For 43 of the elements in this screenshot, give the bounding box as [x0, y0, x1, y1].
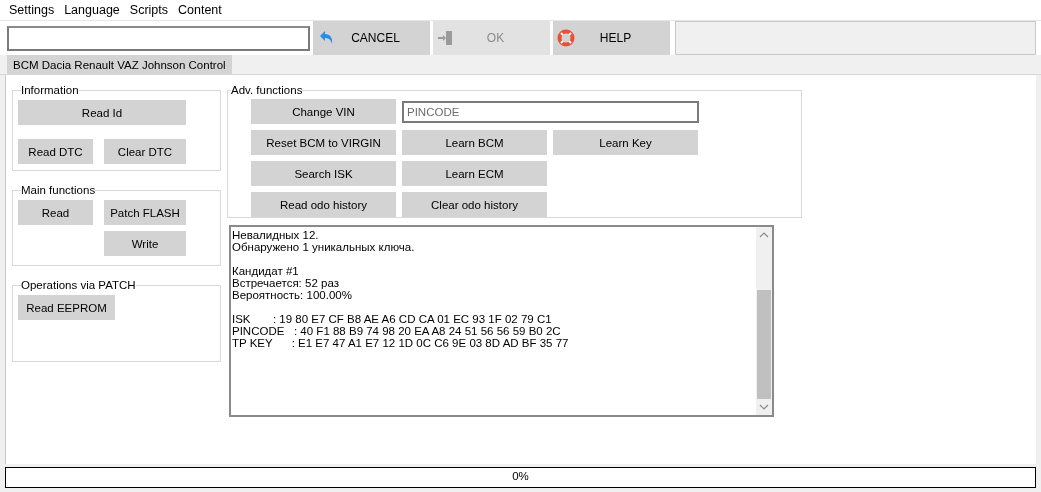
action-button[interactable]: Read DTC: [18, 139, 93, 164]
log-textarea[interactable]: [229, 225, 774, 417]
log-line: Невалидных 12.: [232, 229, 319, 241]
exit-door-icon: [437, 29, 455, 47]
action-button[interactable]: Read: [18, 200, 93, 225]
progress-reading: 0%: [512, 470, 529, 482]
log-line: Вероятность: 100.00%: [232, 289, 352, 301]
action-button[interactable]: Write: [104, 231, 186, 256]
log-line: Кандидат #1: [232, 265, 299, 277]
scrollbar[interactable]: [756, 227, 772, 415]
action-button[interactable]: Search ISK: [251, 161, 396, 186]
scroll-up-icon[interactable]: [759, 230, 769, 240]
action-button[interactable]: Reset BCM to VIRGIN: [251, 130, 396, 155]
menu-item[interactable]: Language: [59, 3, 125, 17]
tab[interactable]: BCM Dacia Renault VAZ Johnson Control: [7, 55, 232, 74]
group-title: Operations via PATCH: [21, 279, 136, 291]
log-line: PINCODE : 40 F1 88 B9 74 98 20 EA A8 24 51 56 56 59 B0 2C: [232, 325, 561, 337]
menu-item[interactable]: Settings: [4, 3, 60, 17]
log-line: Встречается: 52 раз: [232, 277, 339, 289]
log-line: ISK : 19 80 E7 CF B8 AE A6 CD CA 01 EC 93 1F 02 79 C1: [232, 313, 552, 325]
log-line: TP KEY : E1 E7 47 A1 E7 12 1D 0C C6 9E 03 8D AD BF 35 77: [232, 337, 569, 349]
action-button[interactable]: Patch FLASH: [104, 200, 186, 225]
action-button[interactable]: Change VIN: [251, 99, 396, 124]
action-button[interactable]: Learn Key: [553, 130, 698, 155]
group-title: Main functions: [21, 184, 96, 196]
group-title: Adv. functions: [231, 84, 303, 96]
group-title: Information: [21, 84, 79, 96]
menu-item[interactable]: Scripts: [124, 3, 173, 17]
action-button[interactable]: Learn ECM: [402, 161, 547, 186]
input-field[interactable]: [7, 25, 310, 51]
action-button[interactable]: Learn BCM: [402, 130, 547, 155]
lifebuoy-icon: [557, 29, 575, 47]
scroll-down-icon[interactable]: [759, 402, 769, 412]
menu-item[interactable]: Content: [173, 3, 227, 17]
action-button[interactable]: Read EEPROM: [18, 295, 115, 320]
log-line: Обнаружено 1 уникальных ключа.: [232, 241, 415, 253]
pincode-field[interactable]: PINCODE: [402, 100, 699, 123]
toolbar-button[interactable]: HELP: [553, 21, 670, 55]
action-button[interactable]: Read Id: [18, 100, 186, 125]
toolbar-button[interactable]: CANCEL: [313, 21, 430, 55]
action-button[interactable]: Clear DTC: [104, 139, 186, 164]
action-button[interactable]: Clear odo history: [402, 192, 547, 217]
action-button[interactable]: Read odo history: [251, 192, 396, 217]
